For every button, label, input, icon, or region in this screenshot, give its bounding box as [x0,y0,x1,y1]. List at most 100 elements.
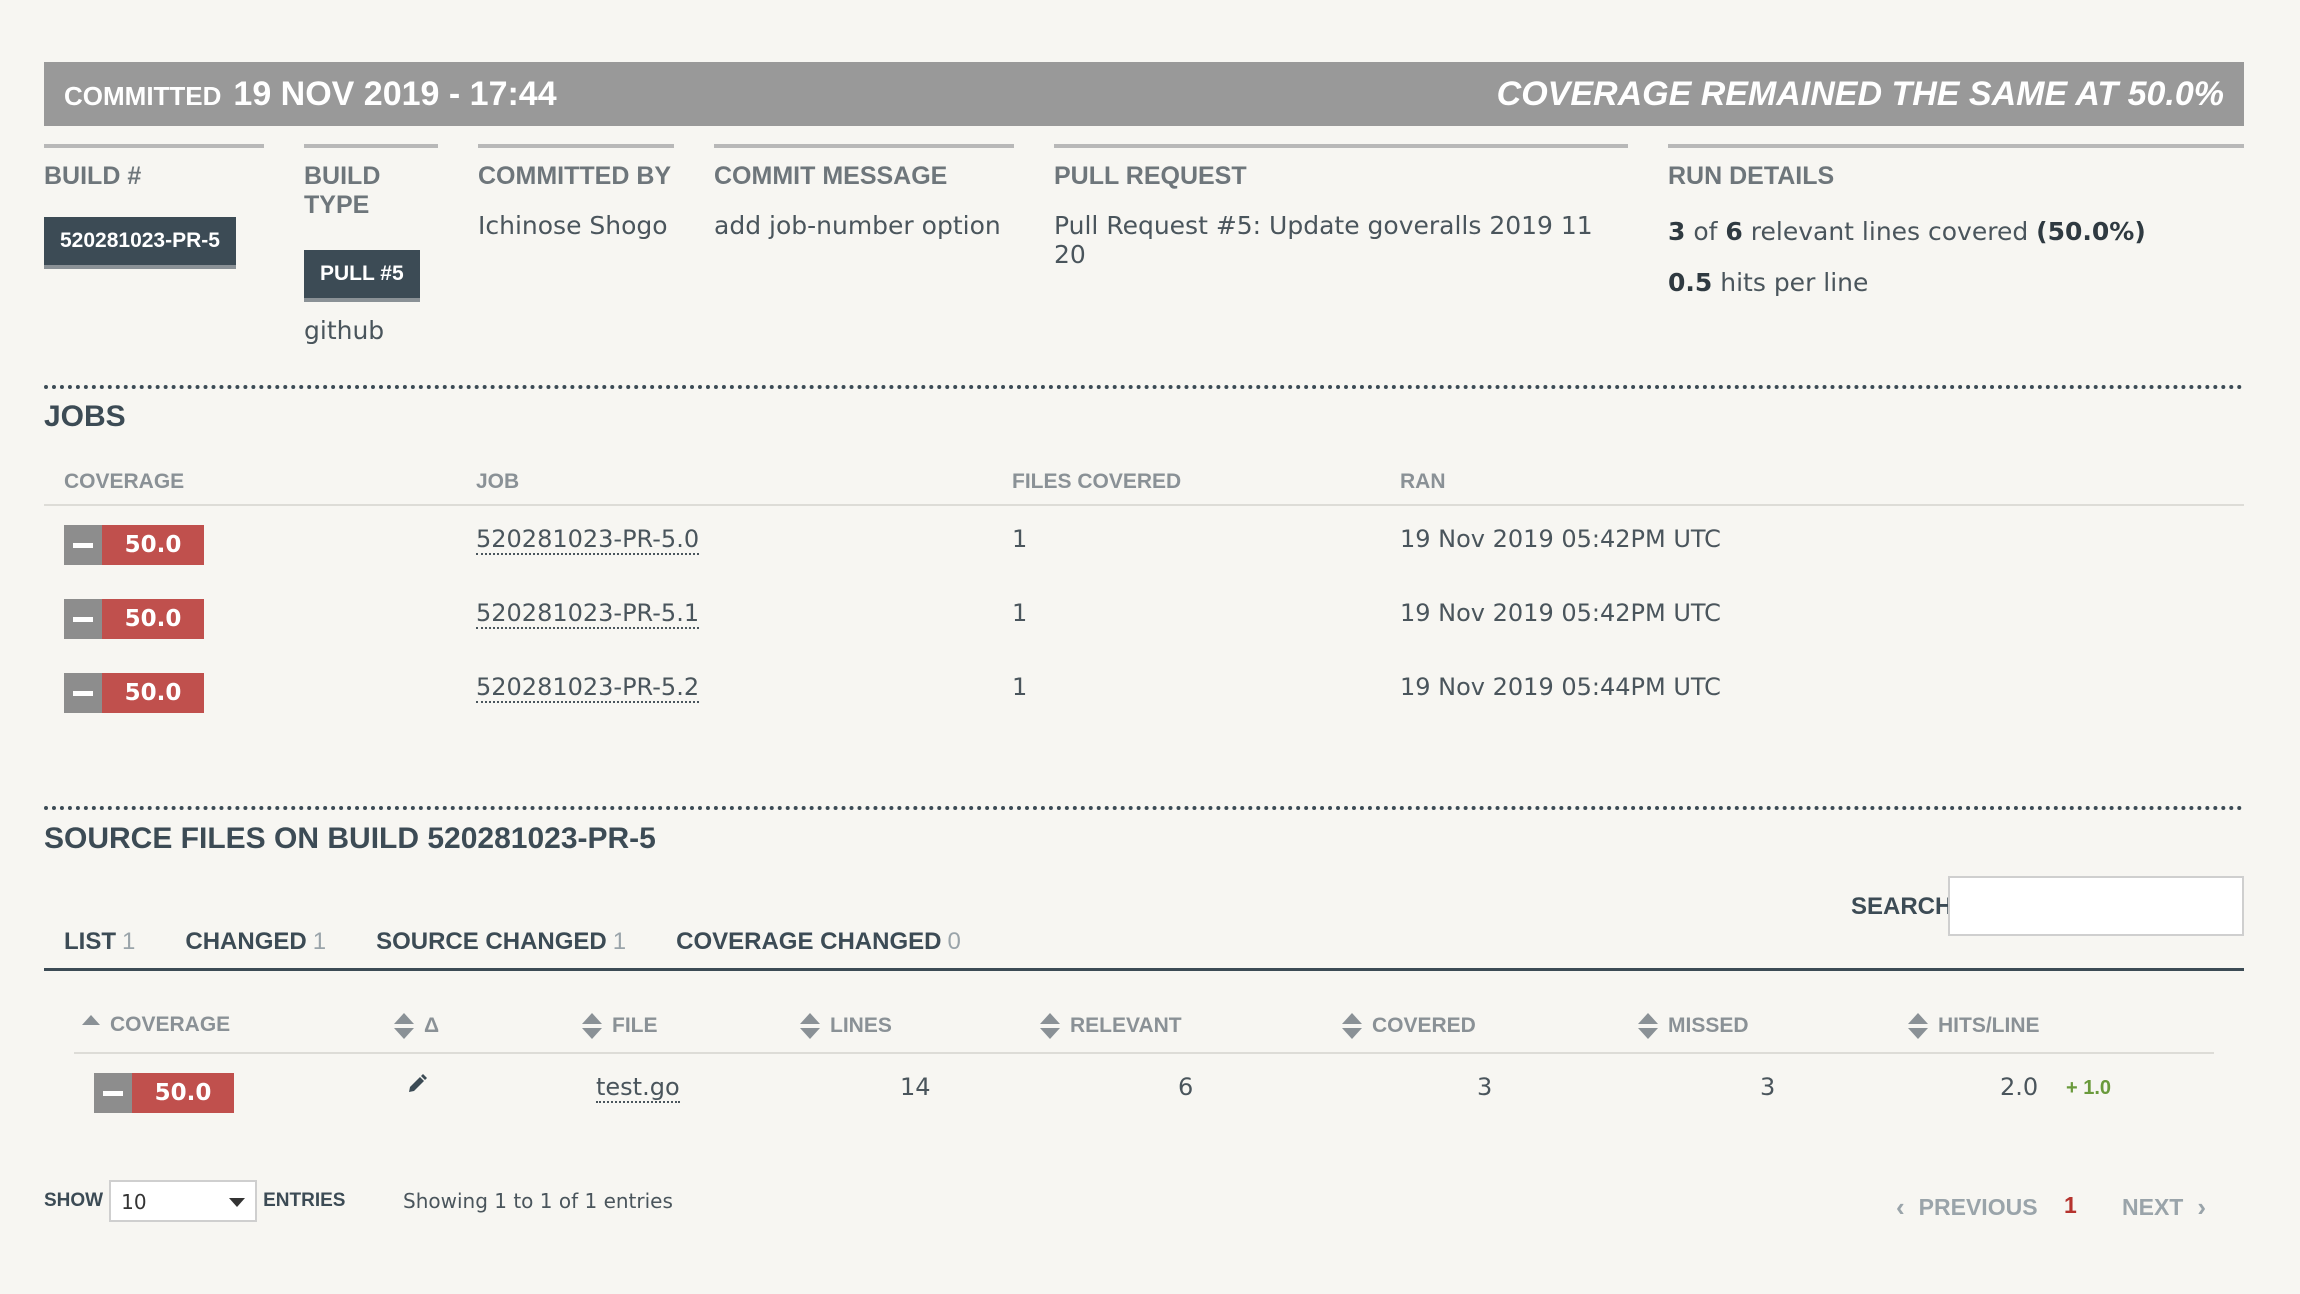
coverage-percent: (50.0%) [2036,217,2146,246]
col-missed-label: MISSED [1668,1014,1749,1037]
next-button[interactable]: NEXT › [2122,1192,2206,1223]
file-link[interactable]: test.go [596,1073,680,1103]
job-files-covered: 1 [1012,525,1028,553]
entries-value: 10 [121,1190,147,1214]
col-missed[interactable]: MISSED [1638,1013,1749,1039]
coverage-badge: 50.0 [64,525,204,565]
job-row: 50.0 520281023-PR-5.0 1 19 Nov 2019 05:4… [0,525,2300,569]
jobs-col-coverage[interactable]: COVERAGE [64,470,184,494]
file-lines: 14 [900,1073,931,1101]
tab-changed[interactable]: CHANGED 1 [185,928,326,956]
sort-icon [1342,1013,1362,1039]
pencil-icon[interactable] [406,1073,428,1101]
job-link[interactable]: 520281023-PR-5.2 [476,673,700,703]
no-change-icon [94,1073,132,1113]
sort-icon [800,1013,820,1039]
tab-count: 1 [612,928,627,955]
sort-icon [1638,1013,1658,1039]
previous-label: PREVIOUS [1918,1194,2038,1220]
source-file-row: 50.0 test.go 14 6 3 3 2.0 + 1.0 [0,1073,2300,1117]
source-files-title: SOURCE FILES ON BUILD 520281023-PR-5 [44,822,656,855]
build-type-column: BUILD TYPE PULL #5 github [304,144,438,345]
col-hits-line[interactable]: HITS/LINE [1908,1013,2040,1039]
tab-count: 1 [122,928,136,955]
coverage-value: 50.0 [102,599,204,639]
col-delta-label: Δ [424,1014,440,1037]
jobs-col-files-covered[interactable]: FILES COVERED [1012,470,1181,494]
coverage-value: 50.0 [102,673,204,713]
entries-select[interactable]: 10 [109,1180,258,1222]
showing-entries-info: Showing 1 to 1 of 1 entries [403,1189,673,1213]
build-number-title: BUILD # [44,162,142,190]
hits-change: + 1.0 [2066,1077,2112,1099]
job-files-covered: 1 [1012,673,1028,701]
no-change-icon [64,673,102,713]
job-files-covered: 1 [1012,599,1028,627]
pull-request-badge[interactable]: PULL #5 [304,250,420,302]
coverage-badge: 50.0 [64,673,204,713]
run-details-column: RUN DETAILS 3 of 6 relevant lines covere… [1668,144,2244,297]
search-label: SEARCH: [1851,893,1961,920]
dropdown-caret-icon [229,1198,246,1207]
tab-list[interactable]: LIST 1 [64,928,135,956]
tabs-divider [44,968,2244,971]
show-label: SHOW [44,1190,104,1211]
pull-request-title: PULL REQUEST [1054,162,1247,190]
sort-icon [1040,1013,1060,1039]
job-row: 50.0 520281023-PR-5.1 1 19 Nov 2019 05:4… [0,599,2300,643]
entries-label: ENTRIES [263,1190,346,1211]
commit-bar: COMMITTED 19 NOV 2019 - 17:44 COVERAGE R… [44,62,2244,126]
jobs-col-job[interactable]: JOB [476,470,519,494]
col-coverage[interactable]: COVERAGE [82,1013,230,1037]
tab-label: COVERAGE CHANGED [676,928,942,955]
jobs-title: JOBS [44,400,126,433]
col-file[interactable]: FILE [582,1013,658,1039]
jobs-header-divider [44,504,2244,506]
col-lines-label: LINES [830,1014,892,1037]
entries-control: SHOW 10 ENTRIES [44,1180,345,1222]
file-covered: 3 [1477,1073,1493,1101]
no-change-icon [64,599,102,639]
page-number-button[interactable]: 1 [2064,1192,2077,1219]
jobs-col-ran[interactable]: RAN [1400,470,1446,494]
committed-date: 19 NOV 2019 - 17:44 [233,74,557,113]
run-details-title: RUN DETAILS [1668,162,1835,190]
lines-covered-summary: 3 of 6 relevant lines covered (50.0%) [1668,217,2244,246]
lines-covered-count: 3 [1668,217,1686,246]
source-tabs: LIST 1 CHANGED 1 SOURCE CHANGED 1 COVERAGE … [64,928,1011,956]
committed-by-column: COMMITTED BY Ichinose Shogo [478,144,674,240]
file-hits-line: 2.0 [2000,1073,2039,1101]
tab-label: SOURCE CHANGED [376,928,607,955]
col-covered[interactable]: COVERED [1342,1013,1476,1039]
build-type-title: BUILD TYPE [304,162,381,219]
search-input[interactable] [1948,876,2244,936]
committed-by-title: COMMITTED BY [478,162,672,190]
relevant-lines-text: relevant lines covered [1750,217,2029,246]
of-text: of [1693,217,1718,246]
sort-icon [582,1013,602,1039]
pull-request-column: PULL REQUEST Pull Request #5: Update gov… [1054,144,1628,269]
tab-label: CHANGED [185,928,307,955]
col-relevant[interactable]: RELEVANT [1040,1013,1182,1039]
job-row: 50.0 520281023-PR-5.2 1 19 Nov 2019 05:4… [0,673,2300,717]
next-label: NEXT [2122,1194,2184,1220]
hits-per-line-value: 0.5 [1668,268,1713,297]
coverage-status: COVERAGE REMAINED THE SAME AT 50.0% [1496,74,2224,113]
col-lines[interactable]: LINES [800,1013,892,1039]
tab-coverage-changed[interactable]: COVERAGE CHANGED 0 [676,928,961,956]
col-hits-line-label: HITS/LINE [1938,1014,2040,1037]
commit-message-column: COMMIT MESSAGE add job-number option [714,144,1014,240]
col-covered-label: COVERED [1372,1014,1476,1037]
job-link[interactable]: 520281023-PR-5.1 [476,599,700,629]
build-number-column: BUILD # 520281023-PR-5 [44,144,264,269]
job-ran: 19 Nov 2019 05:42PM UTC [1400,599,1721,627]
job-link[interactable]: 520281023-PR-5.0 [476,525,700,555]
source-separator [44,806,2244,810]
previous-button[interactable]: ‹ PREVIOUS [1896,1192,2038,1223]
committed-by-value: Ichinose Shogo [478,211,668,240]
tab-source-changed[interactable]: SOURCE CHANGED 1 [376,928,626,956]
coverage-value: 50.0 [102,525,204,565]
col-file-label: FILE [612,1014,658,1037]
file-relevant: 6 [1178,1073,1194,1101]
col-delta[interactable]: Δ [394,1013,439,1039]
